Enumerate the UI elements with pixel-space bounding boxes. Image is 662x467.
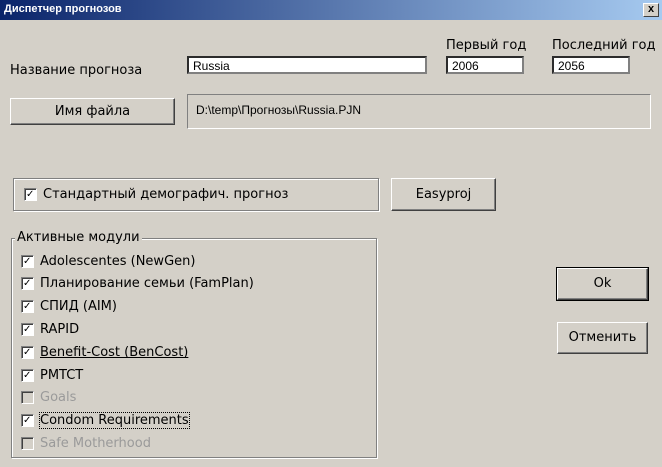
checkbox-check-icon — [21, 369, 34, 382]
module-label: Condom Requirements — [39, 412, 190, 429]
active-modules-title: Активные модули — [15, 230, 142, 245]
last-year-label: Последний год — [552, 38, 656, 53]
checkbox-check-icon — [21, 323, 34, 336]
cancel-button[interactable]: Отменить — [557, 322, 648, 354]
close-button[interactable]: x — [643, 3, 659, 17]
module-label: Safe Motherhood — [40, 436, 151, 451]
module-label: Benefit-Cost (BenCost) — [40, 345, 189, 360]
checkbox-empty-icon — [21, 391, 34, 404]
easyproj-button-label: Easyproj — [415, 187, 472, 202]
file-name-button-label: Имя файла — [54, 104, 131, 119]
projection-name-label: Название прогноза — [10, 63, 143, 78]
ok-button-label: Ok — [593, 276, 612, 291]
checkbox-check-icon — [21, 346, 34, 359]
file-name-button[interactable]: Имя файла — [10, 98, 175, 125]
last-year-input[interactable]: 2056 — [552, 56, 630, 74]
module-label: RAPID — [40, 322, 80, 337]
module-checkbox-aim[interactable]: СПИД (AIM) — [21, 299, 117, 314]
standard-demography-checkbox[interactable]: Стандартный демографич. прогноз — [24, 187, 288, 202]
module-label: СПИД (AIM) — [40, 299, 117, 314]
standard-demography-label: Стандартный демографич. прогноз — [43, 187, 289, 202]
checkbox-empty-icon — [21, 437, 34, 450]
module-checkbox-bencost[interactable]: Benefit-Cost (BenCost) — [21, 345, 188, 360]
cancel-button-label: Отменить — [568, 330, 637, 345]
checkbox-check-icon — [21, 255, 34, 268]
first-year-input[interactable]: 2006 — [446, 56, 524, 74]
module-label: Adolescentes (NewGen) — [40, 254, 196, 269]
window-title: Диспетчер прогнозов — [4, 3, 122, 15]
checkbox-check-icon — [21, 414, 34, 427]
module-checkbox-safe-motherhood: Safe Motherhood — [21, 436, 151, 451]
easyproj-button[interactable]: Easyproj — [391, 178, 496, 211]
module-checkbox-rapid[interactable]: RAPID — [21, 322, 79, 337]
first-year-label: Первый год — [446, 38, 527, 53]
checkbox-check-icon — [21, 277, 34, 290]
module-checkbox-condom[interactable]: Condom Requirements — [21, 412, 190, 429]
checkbox-check-icon — [21, 300, 34, 313]
module-checkbox-goals: Goals — [21, 390, 76, 405]
file-path-text: D:\temp\Прогнозы\Russia.PJN — [196, 103, 362, 117]
module-checkbox-pmtct[interactable]: PMTCT — [21, 368, 83, 383]
title-bar: Диспетчер прогнозов x — [0, 0, 662, 20]
projection-name-input[interactable]: Russia — [187, 56, 427, 74]
module-label: Goals — [40, 390, 77, 405]
module-label: Планирование семьи (FamPlan) — [40, 276, 254, 291]
ok-button[interactable]: Ok — [556, 267, 649, 301]
file-path-display: D:\temp\Прогнозы\Russia.PJN — [187, 94, 651, 129]
module-checkbox-newgen[interactable]: Adolescentes (NewGen) — [21, 254, 195, 269]
module-label: PMTCT — [40, 368, 84, 383]
checkbox-check-icon — [24, 188, 37, 201]
module-checkbox-famplan[interactable]: Планирование семьи (FamPlan) — [21, 276, 254, 291]
